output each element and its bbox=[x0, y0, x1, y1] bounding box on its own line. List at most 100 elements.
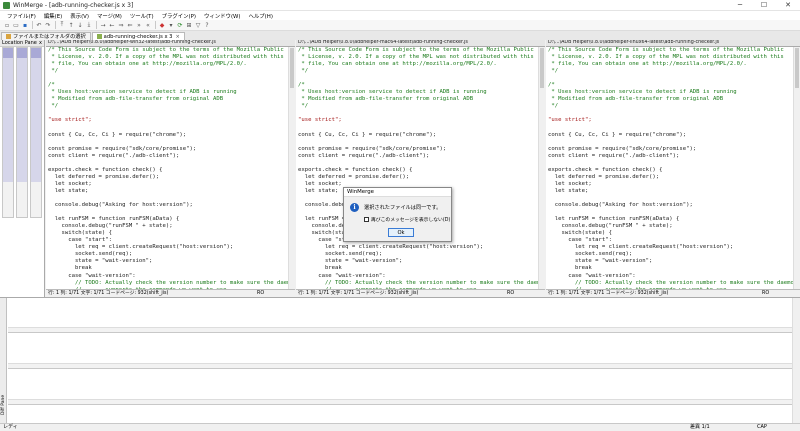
code-line[interactable]: case "wait-version": bbox=[298, 273, 538, 280]
code-line[interactable]: case "wait-version": bbox=[48, 273, 288, 280]
left-pane[interactable]: D:\...\ADB Helper\0.8.0\adbhelper-win32-… bbox=[46, 40, 295, 289]
redo-icon[interactable]: ↷ bbox=[44, 21, 52, 29]
menu-plugins[interactable]: プラグイン(P) bbox=[158, 12, 200, 20]
code-line[interactable] bbox=[298, 160, 538, 167]
code-line[interactable]: let socket; bbox=[48, 181, 288, 188]
code-line[interactable]: * file, You can obtain one at http://moz… bbox=[298, 61, 538, 68]
last-diff-icon[interactable]: ⤓ bbox=[85, 21, 93, 29]
menu-merge[interactable]: マージ(M) bbox=[93, 12, 126, 20]
new-icon[interactable]: ▫ bbox=[3, 21, 11, 29]
dropdown-arrow-icon[interactable]: ▾ bbox=[167, 21, 175, 29]
code-line[interactable]: const promise = require("sdk/core/promis… bbox=[298, 146, 538, 153]
tab-close-icon[interactable]: × bbox=[175, 34, 179, 40]
minimize-button[interactable]: ─ bbox=[728, 0, 752, 11]
code-line[interactable]: console.debug("Asking for host:version")… bbox=[48, 202, 288, 209]
diff-row-scrollbar[interactable] bbox=[8, 399, 792, 404]
code-line[interactable]: let req = client.createRequest("host:ver… bbox=[548, 244, 793, 251]
location-viewport[interactable] bbox=[31, 48, 41, 58]
code-line[interactable]: let req = client.createRequest("host:ver… bbox=[298, 244, 538, 251]
code-line[interactable]: console.debug("runFSM " + state); bbox=[548, 223, 793, 230]
code-line[interactable]: state = "wait-version"; bbox=[48, 258, 288, 265]
diff-row-scrollbar[interactable] bbox=[8, 363, 792, 368]
code-line[interactable]: const client = require("./adb-client"); bbox=[48, 153, 288, 160]
code-line[interactable]: * License, v. 2.0. If a copy of the MPL … bbox=[298, 54, 538, 61]
location-bar-left[interactable] bbox=[2, 47, 14, 218]
code-line[interactable]: */ bbox=[298, 68, 538, 75]
checkbox-box[interactable] bbox=[364, 217, 369, 222]
location-viewport[interactable] bbox=[17, 48, 27, 58]
diff-row-scrollbar[interactable] bbox=[8, 327, 792, 332]
code-line[interactable]: // TODO: Actually check the version numb… bbox=[48, 280, 288, 287]
scrollbar-thumb[interactable] bbox=[290, 48, 294, 88]
middle-pane[interactable]: D:\...\ADB Helper\0.8.0\adbhelper-mac64-… bbox=[296, 40, 545, 289]
code-line[interactable]: break bbox=[548, 265, 793, 272]
code-line[interactable]: */ bbox=[48, 103, 288, 110]
code-line[interactable]: const promise = require("sdk/core/promis… bbox=[48, 146, 288, 153]
code-line[interactable] bbox=[48, 125, 288, 132]
code-line[interactable]: case "start": bbox=[548, 237, 793, 244]
code-line[interactable]: /* This Source Code Form is subject to t… bbox=[548, 47, 793, 54]
code-line[interactable]: * License, v. 2.0. If a copy of the MPL … bbox=[48, 54, 288, 61]
code-line[interactable]: * Modified from adb-file-transfer from o… bbox=[48, 96, 288, 103]
code-line[interactable]: /* bbox=[298, 82, 538, 89]
code-line[interactable]: // TODO: Actually check the version numb… bbox=[298, 280, 538, 287]
close-button[interactable]: ✕ bbox=[776, 0, 800, 11]
code-line[interactable]: let deferred = promise.defer(); bbox=[548, 174, 793, 181]
undo-icon[interactable]: ↶ bbox=[35, 21, 43, 29]
compare-icon[interactable]: ⊞ bbox=[185, 21, 193, 29]
open-icon[interactable]: ▭ bbox=[12, 21, 20, 29]
code-line[interactable] bbox=[548, 209, 793, 216]
code-line[interactable]: let deferred = promise.defer(); bbox=[298, 174, 538, 181]
code-line[interactable]: const { Cu, Cc, Ci } = require("chrome")… bbox=[548, 132, 793, 139]
refresh-icon[interactable]: ⟳ bbox=[176, 21, 184, 29]
code-line[interactable]: const client = require("./adb-client"); bbox=[548, 153, 793, 160]
code-line[interactable]: console.debug("runFSM " + state); bbox=[48, 223, 288, 230]
code-line[interactable]: * file, You can obtain one at http://moz… bbox=[48, 61, 288, 68]
code-line[interactable]: break bbox=[298, 265, 538, 272]
code-line[interactable] bbox=[548, 110, 793, 117]
copy-right-icon[interactable]: → bbox=[99, 21, 107, 29]
location-pane-close-icon[interactable]: x bbox=[39, 40, 42, 46]
tab-compare[interactable]: adb-running-checker.js x 3 × bbox=[91, 32, 185, 40]
dont-show-again-checkbox[interactable]: 再びこのメッセージを表示しない(D) bbox=[364, 216, 450, 223]
code-line[interactable] bbox=[548, 195, 793, 202]
code-line[interactable]: let runFSM = function runFSM(aData) { bbox=[48, 216, 288, 223]
code-line[interactable]: exports.check = function check() { bbox=[548, 167, 793, 174]
code-line[interactable]: * file, You can obtain one at http://moz… bbox=[548, 61, 793, 68]
code-line[interactable] bbox=[48, 75, 288, 82]
code-line[interactable]: socket.send(req); bbox=[548, 251, 793, 258]
code-line[interactable]: state = "wait-version"; bbox=[298, 258, 538, 265]
diff-row-left[interactable] bbox=[8, 298, 792, 333]
diff-row-middle[interactable] bbox=[8, 334, 792, 369]
code-line[interactable]: let state; bbox=[48, 188, 288, 195]
code-line[interactable]: let runFSM = function runFSM(aData) { bbox=[548, 216, 793, 223]
code-line[interactable]: let state; bbox=[548, 188, 793, 195]
code-line[interactable] bbox=[548, 75, 793, 82]
save-icon[interactable]: ▪ bbox=[21, 21, 29, 29]
code-line[interactable]: case "start": bbox=[48, 237, 288, 244]
code-line[interactable]: const client = require("./adb-client"); bbox=[298, 153, 538, 160]
code-line[interactable]: socket.send(req); bbox=[48, 251, 288, 258]
ok-button[interactable]: Ok bbox=[388, 228, 414, 237]
code-line[interactable]: // TODO: Actually check the version numb… bbox=[548, 280, 793, 287]
location-bars[interactable] bbox=[2, 47, 42, 218]
code-line[interactable]: switch(state) { bbox=[48, 230, 288, 237]
diff-row-right[interactable] bbox=[8, 370, 792, 405]
location-bar-right[interactable] bbox=[30, 47, 42, 218]
code-line[interactable]: let deferred = promise.defer(); bbox=[48, 174, 288, 181]
code-line[interactable]: */ bbox=[548, 103, 793, 110]
maximize-button[interactable]: ☐ bbox=[752, 0, 776, 11]
scrollbar-thumb[interactable] bbox=[540, 48, 544, 88]
code-line[interactable]: * Uses host:version service to detect if… bbox=[298, 89, 538, 96]
scrollbar-thumb[interactable] bbox=[795, 48, 799, 88]
code-line[interactable]: /* This Source Code Form is subject to t… bbox=[298, 47, 538, 54]
code-line[interactable] bbox=[48, 110, 288, 117]
next-diff-icon[interactable]: ↓ bbox=[76, 21, 84, 29]
code-line[interactable] bbox=[298, 110, 538, 117]
code-line[interactable]: "use strict"; bbox=[548, 117, 793, 124]
copy-left-advance-icon[interactable]: ⇐ bbox=[126, 21, 134, 29]
code-line[interactable]: * Uses host:version service to detect if… bbox=[48, 89, 288, 96]
copy-right-advance-icon[interactable]: ⇒ bbox=[117, 21, 125, 29]
code-line[interactable]: let req = client.createRequest("host:ver… bbox=[48, 244, 288, 251]
code-line[interactable]: const { Cu, Cc, Ci } = require("chrome")… bbox=[298, 132, 538, 139]
